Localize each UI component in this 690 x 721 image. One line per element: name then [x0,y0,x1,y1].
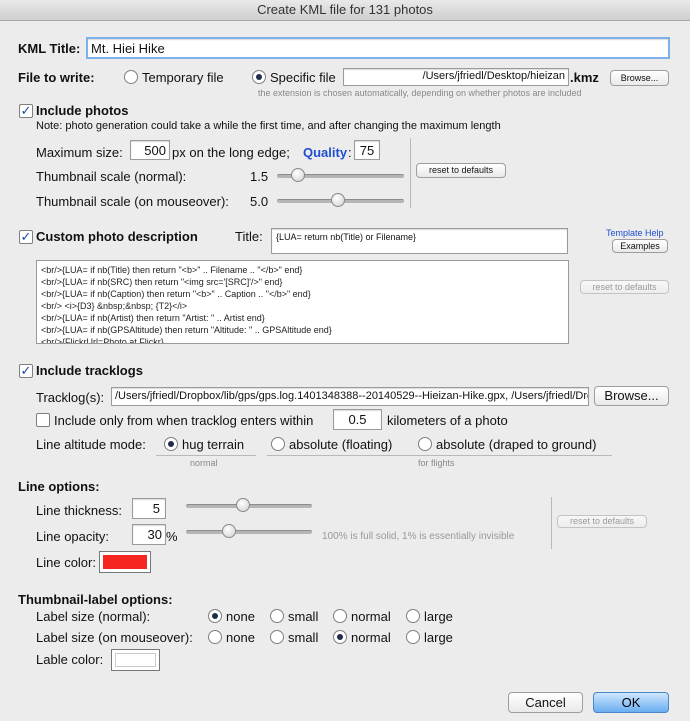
line-opacity-note: 100% is full solid, 1% is essentially in… [322,531,515,542]
ok-button[interactable]: OK [593,692,669,713]
include-photos-checkbox[interactable]: ✓ [19,104,33,118]
label-hover-large: large [424,630,453,645]
photos-reset-button[interactable]: reset to defaults [416,163,506,178]
altitude-mode-label: Line altitude mode: [36,437,146,452]
within-distance-input[interactable]: 0.5 [333,409,382,430]
thumb-normal-slider-knob[interactable] [291,168,305,182]
specific-file-label: Specific file [270,70,336,85]
include-tracklogs-label: Include tracklogs [36,363,143,378]
examples-button[interactable]: Examples [612,239,668,253]
label-normal-small-radio[interactable] [270,609,284,623]
thumb-normal-label: Thumbnail scale (normal): [36,169,187,184]
line-thickness-label: Line thickness: [36,503,122,518]
label-normal-small: small [288,609,319,624]
photo-generation-note: Note: photo generation could take a whil… [36,120,501,132]
group-flights-line [267,455,612,456]
kml-title-label: KML Title: [18,41,81,56]
group-flights-caption: for flights [418,458,455,468]
mode-draped-label: absolute (draped to ground) [436,437,597,452]
photos-divider [410,138,411,208]
line-options-header: Line options: [18,479,100,494]
quality-colon: : [348,145,352,160]
line-opacity-label: Line opacity: [36,529,109,544]
line-opacity-input[interactable]: 30 [132,524,166,545]
label-hover-normal-radio[interactable] [333,630,347,644]
mode-draped-radio[interactable] [418,437,432,451]
custom-description-label: Custom photo description [36,229,198,244]
label-normal-normal-radio[interactable] [333,609,347,623]
label-color-label: Lable color: [36,652,104,667]
description-title-input[interactable]: {LUA= return nb(Title) or Filename} [271,228,568,254]
label-hover-none: none [226,630,255,645]
thumb-hover-label: Thumbnail scale (on mouseover): [36,194,229,209]
file-browse-button[interactable]: Browse... [610,70,669,86]
tracklogs-browse-button[interactable]: Browse... [594,386,669,406]
label-hover-normal: normal [351,630,391,645]
within-suffix: kilometers of a photo [387,413,508,428]
label-normal-none: none [226,609,255,624]
file-extension: .kmz [570,70,599,85]
include-within-label: Include only from when tracklog enters w… [54,413,314,428]
line-color-label: Line color: [36,555,96,570]
max-size-input[interactable]: 500 [130,140,170,160]
include-within-checkbox[interactable] [36,413,50,427]
tracklogs-label: Tracklog(s): [36,390,105,405]
file-path-input[interactable]: /Users/jfriedl/Desktop/hieizan [343,68,569,86]
temporary-file-radio[interactable] [124,70,138,84]
file-to-write-label: File to write: [18,70,95,85]
line-reset-button[interactable]: reset to defaults [557,515,647,528]
line-opacity-slider-track[interactable] [186,530,312,534]
mode-absolute-label: absolute (floating) [289,437,393,452]
specific-file-radio[interactable] [252,70,266,84]
label-color-swatch[interactable] [111,649,160,671]
temporary-file-label: Temporary file [142,70,224,85]
quality-label[interactable]: Quality [303,145,347,160]
label-hover-small-radio[interactable] [270,630,284,644]
file-extension-note: the extension is chosen automatically, d… [258,88,582,98]
line-opacity-slider-knob[interactable] [222,524,236,538]
kml-title-input[interactable]: Mt. Hiei Hike [86,37,670,59]
description-reset-button[interactable]: reset to defaults [580,280,669,294]
line-options-divider [551,497,552,549]
label-normal-none-radio[interactable] [208,609,222,623]
label-size-normal-label: Label size (normal): [36,609,151,624]
group-normal-caption: normal [190,458,218,468]
label-normal-normal: normal [351,609,391,624]
cancel-button[interactable]: Cancel [508,692,583,713]
description-body-textarea[interactable]: <br/>{LUA= if nb(Title) then return "<b>… [36,260,569,344]
group-normal-line [156,455,256,456]
custom-description-checkbox[interactable]: ✓ [19,230,33,244]
mode-absolute-radio[interactable] [271,437,285,451]
line-opacity-suffix: % [166,529,178,544]
label-hover-none-radio[interactable] [208,630,222,644]
line-color-swatch[interactable] [99,551,151,573]
tracklogs-input[interactable]: /Users/jfriedl/Dropbox/lib/gps/gps.log.1… [111,387,589,406]
label-normal-large: large [424,609,453,624]
line-thickness-input[interactable]: 5 [132,498,166,519]
label-hover-small: small [288,630,319,645]
label-normal-large-radio[interactable] [406,609,420,623]
include-photos-label: Include photos [36,103,129,118]
window-title: Create KML file for 131 photos [0,0,690,21]
thumb-hover-slider-knob[interactable] [331,193,345,207]
line-thickness-slider-knob[interactable] [236,498,250,512]
quality-input[interactable]: 75 [354,140,380,160]
max-size-label: Maximum size: [36,145,123,160]
thumb-normal-value: 1.5 [250,169,269,184]
description-title-label: Title: [235,229,263,244]
template-help-link[interactable]: Template Help [606,228,664,238]
mode-hug-radio[interactable] [164,437,178,451]
include-tracklogs-checkbox[interactable]: ✓ [19,364,33,378]
mode-hug-label: hug terrain [182,437,245,452]
max-size-suffix: px on the long edge; [172,145,290,160]
thumbnail-label-header: Thumbnail-label options: [18,592,173,607]
label-hover-large-radio[interactable] [406,630,420,644]
label-size-hover-label: Label size (on mouseover): [36,630,193,645]
thumb-hover-value: 5.0 [250,194,269,209]
